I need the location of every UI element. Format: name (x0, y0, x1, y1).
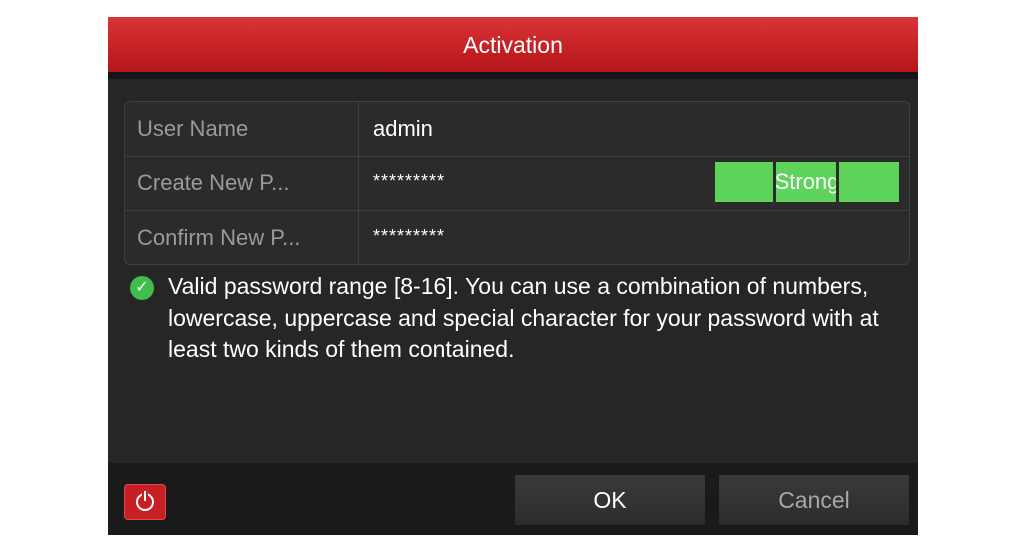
user-name-field[interactable]: admin (373, 102, 433, 156)
activation-dialog: Activation User Name admin Create New P.… (108, 17, 918, 535)
strength-divider (836, 162, 839, 202)
password-strength-indicator: Strong (715, 162, 899, 202)
power-bar (144, 491, 146, 501)
confirm-password-field[interactable]: ********* (373, 211, 445, 265)
confirm-password-label: Confirm New P... (125, 211, 359, 265)
password-strength-label: Strong (774, 169, 840, 194)
create-password-field[interactable]: ********* (373, 156, 445, 210)
create-password-row: Create New P... ********* Strong (125, 156, 909, 211)
user-name-row: User Name admin (125, 102, 909, 157)
user-name-label: User Name (125, 102, 359, 156)
dialog-title: Activation (108, 17, 918, 79)
ok-button[interactable]: OK (514, 474, 706, 526)
check-circle-icon: ✓ (130, 276, 154, 300)
password-hint-text: Valid password range [8-16]. You can use… (168, 273, 879, 362)
confirm-password-row: Confirm New P... ********* (125, 211, 909, 265)
power-icon[interactable] (124, 484, 166, 520)
cancel-button[interactable]: Cancel (718, 474, 910, 526)
activation-form: User Name admin Create New P... ********… (124, 101, 910, 265)
dialog-footer: OK Cancel (108, 463, 918, 535)
strength-divider (773, 162, 776, 202)
create-password-label: Create New P... (125, 156, 359, 210)
